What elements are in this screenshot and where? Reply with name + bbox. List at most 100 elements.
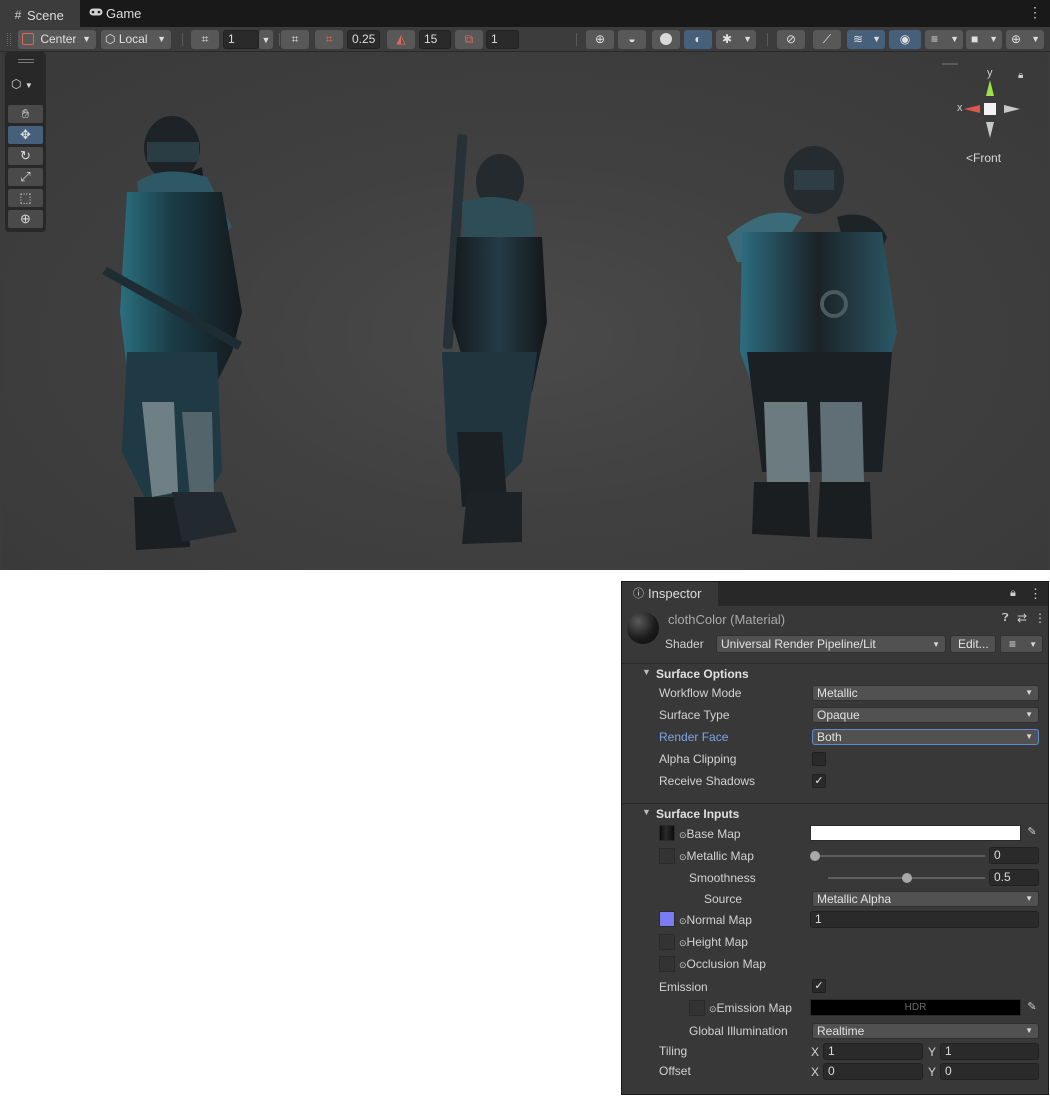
scale-snap-icon: ⧉	[464, 32, 474, 46]
global-illumination-dropdown[interactable]: Realtime ▼	[812, 1023, 1039, 1039]
grid-snap-button[interactable]: ⌗	[281, 30, 309, 49]
lit-shaded-button[interactable]: ◐	[684, 30, 712, 49]
surface-options-title: Surface Options	[656, 667, 749, 681]
object-picker-icon[interactable]: ⊙	[709, 1004, 717, 1014]
scale-tool-button[interactable]: ⤢	[8, 168, 43, 186]
audio-toggle-button[interactable]: ⊘	[777, 30, 805, 49]
rotate-snap-button[interactable]: ◭	[387, 30, 415, 49]
source-label: Source	[704, 892, 743, 906]
workflow-mode-dropdown[interactable]: Metallic ▼	[812, 685, 1039, 701]
camera-settings-dropdown[interactable]: ■ ▼	[966, 30, 1002, 49]
object-picker-icon[interactable]: ⊙	[679, 916, 687, 926]
surface-type-dropdown[interactable]: Opaque ▼	[812, 707, 1039, 723]
metallic-value-field[interactable]: 0	[989, 847, 1039, 864]
overlay-drag-handle-icon[interactable]	[942, 63, 958, 65]
smoothness-source-dropdown[interactable]: Metallic Alpha ▼	[812, 891, 1039, 907]
layers-dropdown[interactable]: ≡ ▼	[925, 30, 963, 49]
more-options-icon[interactable]: ⋮	[1034, 611, 1046, 625]
shaded-mode-button[interactable]	[652, 30, 680, 49]
effects-toggle-button[interactable]: ⟋	[813, 30, 841, 49]
base-color-swatch[interactable]	[810, 825, 1021, 841]
normal-map-texture-slot[interactable]	[659, 911, 675, 927]
metallic-slider-track[interactable]	[815, 855, 985, 857]
drag-handle-icon[interactable]	[7, 33, 11, 46]
increment-snap-field[interactable]: 0.25	[347, 30, 380, 49]
edit-shader-button[interactable]: Edit...	[950, 635, 996, 653]
object-picker-icon[interactable]: ⊙	[679, 852, 687, 862]
gizmo-view-text: Front	[973, 151, 1002, 165]
pivot-rotation-dropdown[interactable]: ⬡ Local ▼	[101, 30, 171, 49]
scene-visibility-dropdown[interactable]: ≋ ▼	[847, 30, 885, 49]
shader-options-dropdown[interactable]: ≡ ▼	[1000, 635, 1043, 653]
help-icon[interactable]: ❓︎	[1002, 612, 1009, 625]
emission-color-swatch[interactable]: HDR	[810, 999, 1021, 1016]
object-picker-icon[interactable]: ⊙	[679, 960, 687, 970]
object-picker-icon[interactable]: ⊙	[679, 938, 687, 948]
emission-map-texture-slot[interactable]	[689, 1000, 705, 1016]
rect-tool-button[interactable]: ⬚	[8, 189, 43, 207]
gizmos-toggle-button[interactable]: ⊕	[586, 30, 614, 49]
eyedropper-icon[interactable]: ✎	[1024, 824, 1040, 841]
gizmo-y-axis-cone[interactable]	[986, 80, 994, 96]
grid-size-field[interactable]: 1	[223, 30, 259, 49]
increment-snap-button[interactable]: ⌗	[315, 30, 343, 49]
gizmo-center-cube[interactable]	[984, 103, 996, 115]
eyedropper-icon[interactable]: ✎	[1024, 999, 1040, 1016]
pivot-mode-dropdown[interactable]: Center ▼	[18, 30, 96, 49]
lock-icon[interactable]: 🔒︎	[1018, 70, 1023, 81]
offset-label: Offset	[659, 1064, 691, 1078]
object-picker-icon[interactable]: ⊙	[679, 830, 687, 840]
height-map-texture-slot[interactable]	[659, 934, 675, 950]
grid-visibility-button[interactable]: ⌗	[191, 30, 219, 49]
grid-dropdown-button[interactable]: ▼	[259, 30, 273, 49]
emission-checkbox[interactable]: ✓	[812, 979, 826, 993]
metallic-slider-knob[interactable]	[810, 851, 820, 861]
scale-snap-button[interactable]: ⧉	[455, 30, 483, 49]
tab-scene[interactable]: # Scene	[0, 0, 80, 27]
move-arrows-icon: ✥	[20, 127, 31, 142]
gizmo-view-label[interactable]: <Front	[966, 151, 1001, 165]
gizmo-x-axis-cone[interactable]	[964, 105, 980, 113]
surface-options-header[interactable]: ▼ Surface Options	[622, 663, 1048, 683]
audio-mute-icon: ⊘	[785, 32, 797, 46]
more-options-icon[interactable]: ⋮	[1029, 586, 1042, 602]
tiling-x-field[interactable]: 1	[823, 1043, 923, 1060]
lock-icon[interactable]: 🔒︎	[1010, 587, 1016, 600]
tiling-y-field[interactable]: 1	[940, 1043, 1039, 1060]
smoothness-slider-knob[interactable]	[901, 873, 912, 883]
receive-shadows-label: Receive Shadows	[659, 774, 756, 788]
offset-y-field[interactable]: 0	[940, 1063, 1039, 1080]
offset-x-field[interactable]: 0	[823, 1063, 923, 1080]
surface-inputs-header[interactable]: ▼ Surface Inputs	[622, 803, 1048, 823]
metallic-map-texture-slot[interactable]	[659, 848, 675, 864]
scale-snap-field[interactable]: 1	[486, 30, 519, 49]
smoothness-value-field[interactable]: 0.5	[989, 869, 1039, 886]
tab-inspector[interactable]: ⓘ Inspector	[622, 582, 718, 606]
rotate-snap-field[interactable]: 15	[419, 30, 451, 49]
preset-icon[interactable]: ⇄	[1017, 611, 1027, 625]
hidden-objects-toggle-button[interactable]: ◉	[889, 30, 921, 49]
debug-draw-mode-dropdown[interactable]: ✱ ▼	[716, 30, 756, 49]
more-options-icon[interactable]: ⋮	[1028, 5, 1042, 19]
tab-game[interactable]: Game	[80, 0, 160, 27]
alpha-clipping-checkbox[interactable]	[812, 752, 826, 766]
base-map-texture-slot[interactable]	[659, 825, 675, 841]
gizmos-dropdown[interactable]: ⊕ ▼	[1006, 30, 1044, 49]
overlay-drag-handle-icon[interactable]	[18, 59, 34, 63]
scene-viewport[interactable]: y x 🔒︎	[2, 52, 1048, 570]
orientation-gizmo[interactable]	[964, 80, 1020, 138]
occlusion-map-texture-slot[interactable]	[659, 956, 675, 972]
gizmo-neg-x-axis-cone[interactable]	[1004, 105, 1020, 113]
normal-scale-field[interactable]: 1	[810, 911, 1039, 928]
move-tool-button[interactable]: ✥	[8, 126, 43, 144]
hand-tool-button[interactable]: ✋︎	[8, 105, 43, 123]
transform-tool-button[interactable]: ⊕	[8, 210, 43, 228]
surface-type-label: Surface Type	[659, 708, 730, 722]
tool-mode-dropdown[interactable]: ⬡ ▼	[11, 77, 41, 95]
shader-dropdown[interactable]: Universal Render Pipeline/Lit ▼	[716, 635, 946, 653]
render-face-dropdown[interactable]: Both ▼	[812, 729, 1039, 745]
gizmo-neg-y-axis-cone[interactable]	[986, 122, 994, 138]
rotate-tool-button[interactable]: ↻	[8, 147, 43, 165]
shaded-wireframe-button[interactable]: ◒	[618, 30, 646, 49]
receive-shadows-checkbox[interactable]: ✓	[812, 774, 826, 788]
